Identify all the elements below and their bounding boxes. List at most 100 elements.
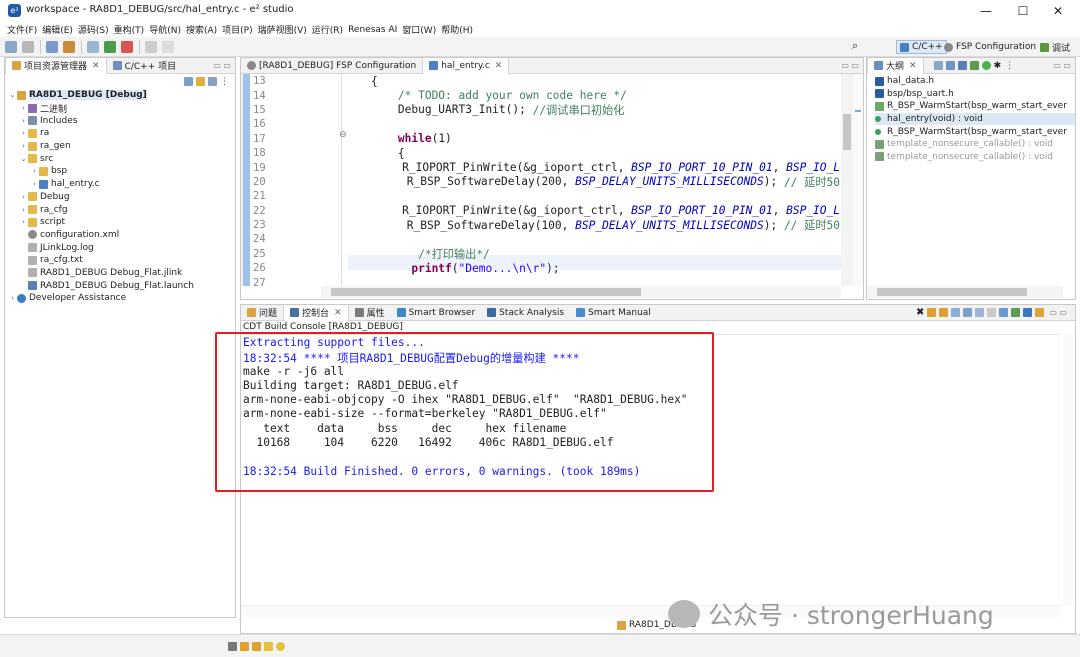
collapse-all-icon[interactable] <box>184 77 193 86</box>
bottom-tab[interactable]: 控制台 ✕ <box>283 304 349 321</box>
vertical-scrollbar-thumb[interactable] <box>843 114 851 150</box>
tab-outline[interactable]: 大纲 ✕ <box>867 57 924 74</box>
sort-icon[interactable] <box>945 61 955 70</box>
expand-right-icon[interactable]: › <box>30 167 39 175</box>
menu-item[interactable]: 导航(N) <box>149 23 181 36</box>
status-hat-icon[interactable] <box>252 641 261 651</box>
new-console-icon[interactable] <box>1035 308 1045 317</box>
explorer-item[interactable]: › 二进制 <box>8 102 235 115</box>
status-smiley-icon[interactable] <box>276 641 285 651</box>
minimize-maximize-icon[interactable]: ▭ ▭ <box>841 61 859 70</box>
outline-item[interactable]: template_nonsecure_callable() : void <box>875 138 1075 151</box>
clear-console-icon[interactable] <box>963 308 973 317</box>
horizontal-scrollbar[interactable] <box>321 286 841 298</box>
expand-down-icon[interactable]: ⌄ <box>8 91 17 99</box>
outline-item[interactable]: R_BSP_WarmStart(bsp_warm_start_ever <box>875 100 1075 113</box>
hide-fields-icon[interactable] <box>957 61 967 70</box>
expand-right-icon[interactable]: › <box>8 294 17 302</box>
menu-item[interactable]: 搜索(A) <box>186 23 217 36</box>
bottom-tab[interactable]: Smart Browser <box>391 305 482 321</box>
expand-right-icon[interactable]: › <box>19 104 28 112</box>
explorer-item[interactable]: JLinkLog.log <box>8 241 235 254</box>
close-icon[interactable]: ✕ <box>495 61 503 71</box>
toggle-mark-icon[interactable] <box>87 40 99 53</box>
edit-icon[interactable] <box>145 40 157 53</box>
save-icon[interactable] <box>22 40 34 53</box>
copy-icon[interactable] <box>951 308 961 317</box>
menu-item[interactable]: 瑞萨视图(V) <box>258 23 307 36</box>
remove-launches-icon[interactable]: ✖ <box>916 307 924 318</box>
explorer-item[interactable]: › hal_entry.c <box>8 178 235 191</box>
new-icon[interactable] <box>5 40 17 53</box>
close-icon[interactable]: ✕ <box>334 308 342 318</box>
explorer-item[interactable]: ⌄ RA8D1_DEBUG [Debug] <box>8 89 235 102</box>
hide-static-icon[interactable] <box>969 61 979 70</box>
explorer-item[interactable]: › script <box>8 216 235 229</box>
vertical-scrollbar[interactable] <box>841 74 853 286</box>
word-wrap-icon[interactable] <box>987 308 997 317</box>
prev-error-icon[interactable] <box>927 308 937 317</box>
next-error-icon[interactable] <box>939 308 949 317</box>
perspective-fsp[interactable]: FSP Configuration <box>944 40 1036 54</box>
build-settings-icon[interactable] <box>46 40 58 53</box>
view-menu-icon[interactable]: ⋮ <box>1005 61 1014 71</box>
outline-item[interactable]: hal_entry(void) : void <box>875 112 1075 126</box>
menu-item[interactable]: 项目(P) <box>222 23 252 36</box>
menu-item[interactable]: 编辑(E) <box>42 23 73 36</box>
run-icon[interactable] <box>121 40 133 53</box>
menu-item[interactable]: 帮助(H) <box>441 23 473 36</box>
build-hammer-icon[interactable] <box>63 40 75 53</box>
tab-fsp-configuration[interactable]: [RA8D1_DEBUG] FSP Configuration <box>241 58 422 74</box>
explorer-item[interactable]: ⌄ src <box>8 152 235 165</box>
perspective-debug[interactable]: 调试 <box>1040 40 1070 54</box>
view-menu-icon[interactable]: ⋮ <box>220 77 229 87</box>
outline-item[interactable]: hal_data.h <box>875 75 1075 88</box>
outline-item[interactable]: template_nonsecure_callable() : void <box>875 151 1075 164</box>
status-trim-icon[interactable] <box>228 641 237 651</box>
status-pen-icon[interactable] <box>264 641 273 651</box>
search-icon[interactable]: ⌕ <box>852 39 858 53</box>
expand-right-icon[interactable]: › <box>19 142 28 150</box>
debug-icon[interactable] <box>104 40 116 53</box>
bottom-tab[interactable]: 属性 <box>349 305 391 321</box>
menu-item[interactable]: Renesas AI <box>348 25 397 35</box>
minimize-maximize-icon[interactable]: ▭ ▭ <box>213 61 231 70</box>
horizontal-scrollbar-thumb[interactable] <box>331 288 641 296</box>
menu-item[interactable]: 重构(T) <box>114 23 145 36</box>
outline-scrollbar-thumb[interactable] <box>877 288 1027 296</box>
explorer-item[interactable]: › ra <box>8 127 235 140</box>
close-button[interactable]: ✕ <box>1040 2 1076 20</box>
maximize-button[interactable]: ☐ <box>1005 2 1041 20</box>
pilcrow-icon[interactable] <box>162 40 174 53</box>
hide-nonpublic-icon[interactable] <box>981 61 991 70</box>
minimize-button[interactable]: — <box>968 2 1004 20</box>
outline-item[interactable]: bsp/bsp_uart.h <box>875 88 1075 101</box>
open-console-icon[interactable] <box>1011 308 1021 317</box>
scroll-lock-icon[interactable] <box>975 308 985 317</box>
close-icon[interactable]: ✕ <box>909 61 917 71</box>
close-icon[interactable]: ✕ <box>92 61 100 71</box>
tab-project-explorer[interactable]: 项目资源管理器 ✕ <box>5 57 107 74</box>
expand-right-icon[interactable]: › <box>19 129 28 137</box>
explorer-item[interactable]: RA8D1_DEBUG Debug_Flat.launch <box>8 279 235 292</box>
expand-right-icon[interactable]: › <box>19 117 28 125</box>
link-editor-icon[interactable] <box>196 77 205 86</box>
explorer-item[interactable]: configuration.xml <box>8 229 235 242</box>
tab-hal-entry[interactable]: hal_entry.c ✕ <box>422 57 510 74</box>
status-progress-icon[interactable] <box>240 641 249 651</box>
expand-right-icon[interactable]: › <box>19 206 28 214</box>
outline-item[interactable]: R_BSP_WarmStart(bsp_warm_start_ever <box>875 125 1075 138</box>
console-vertical-scrollbar[interactable] <box>1063 335 1073 605</box>
explorer-item[interactable]: › bsp <box>8 165 235 178</box>
bottom-tab[interactable]: Smart Manual <box>570 305 657 321</box>
explorer-item[interactable]: › ra_gen <box>8 140 235 153</box>
collapse-all-icon[interactable] <box>933 61 943 70</box>
menu-item[interactable]: 源码(S) <box>78 23 109 36</box>
menu-item[interactable]: 文件(F) <box>7 23 37 36</box>
minimize-maximize-icon[interactable]: ▭ ▭ <box>1049 308 1067 317</box>
code-area[interactable]: 13 {14 /* TODO: add your own code here *… <box>250 74 840 286</box>
menu-item[interactable]: 窗口(W) <box>402 23 436 36</box>
expand-right-icon[interactable]: › <box>19 193 28 201</box>
explorer-item[interactable]: › ra_cfg <box>8 203 235 216</box>
expand-down-icon[interactable]: ⌄ <box>19 155 28 163</box>
